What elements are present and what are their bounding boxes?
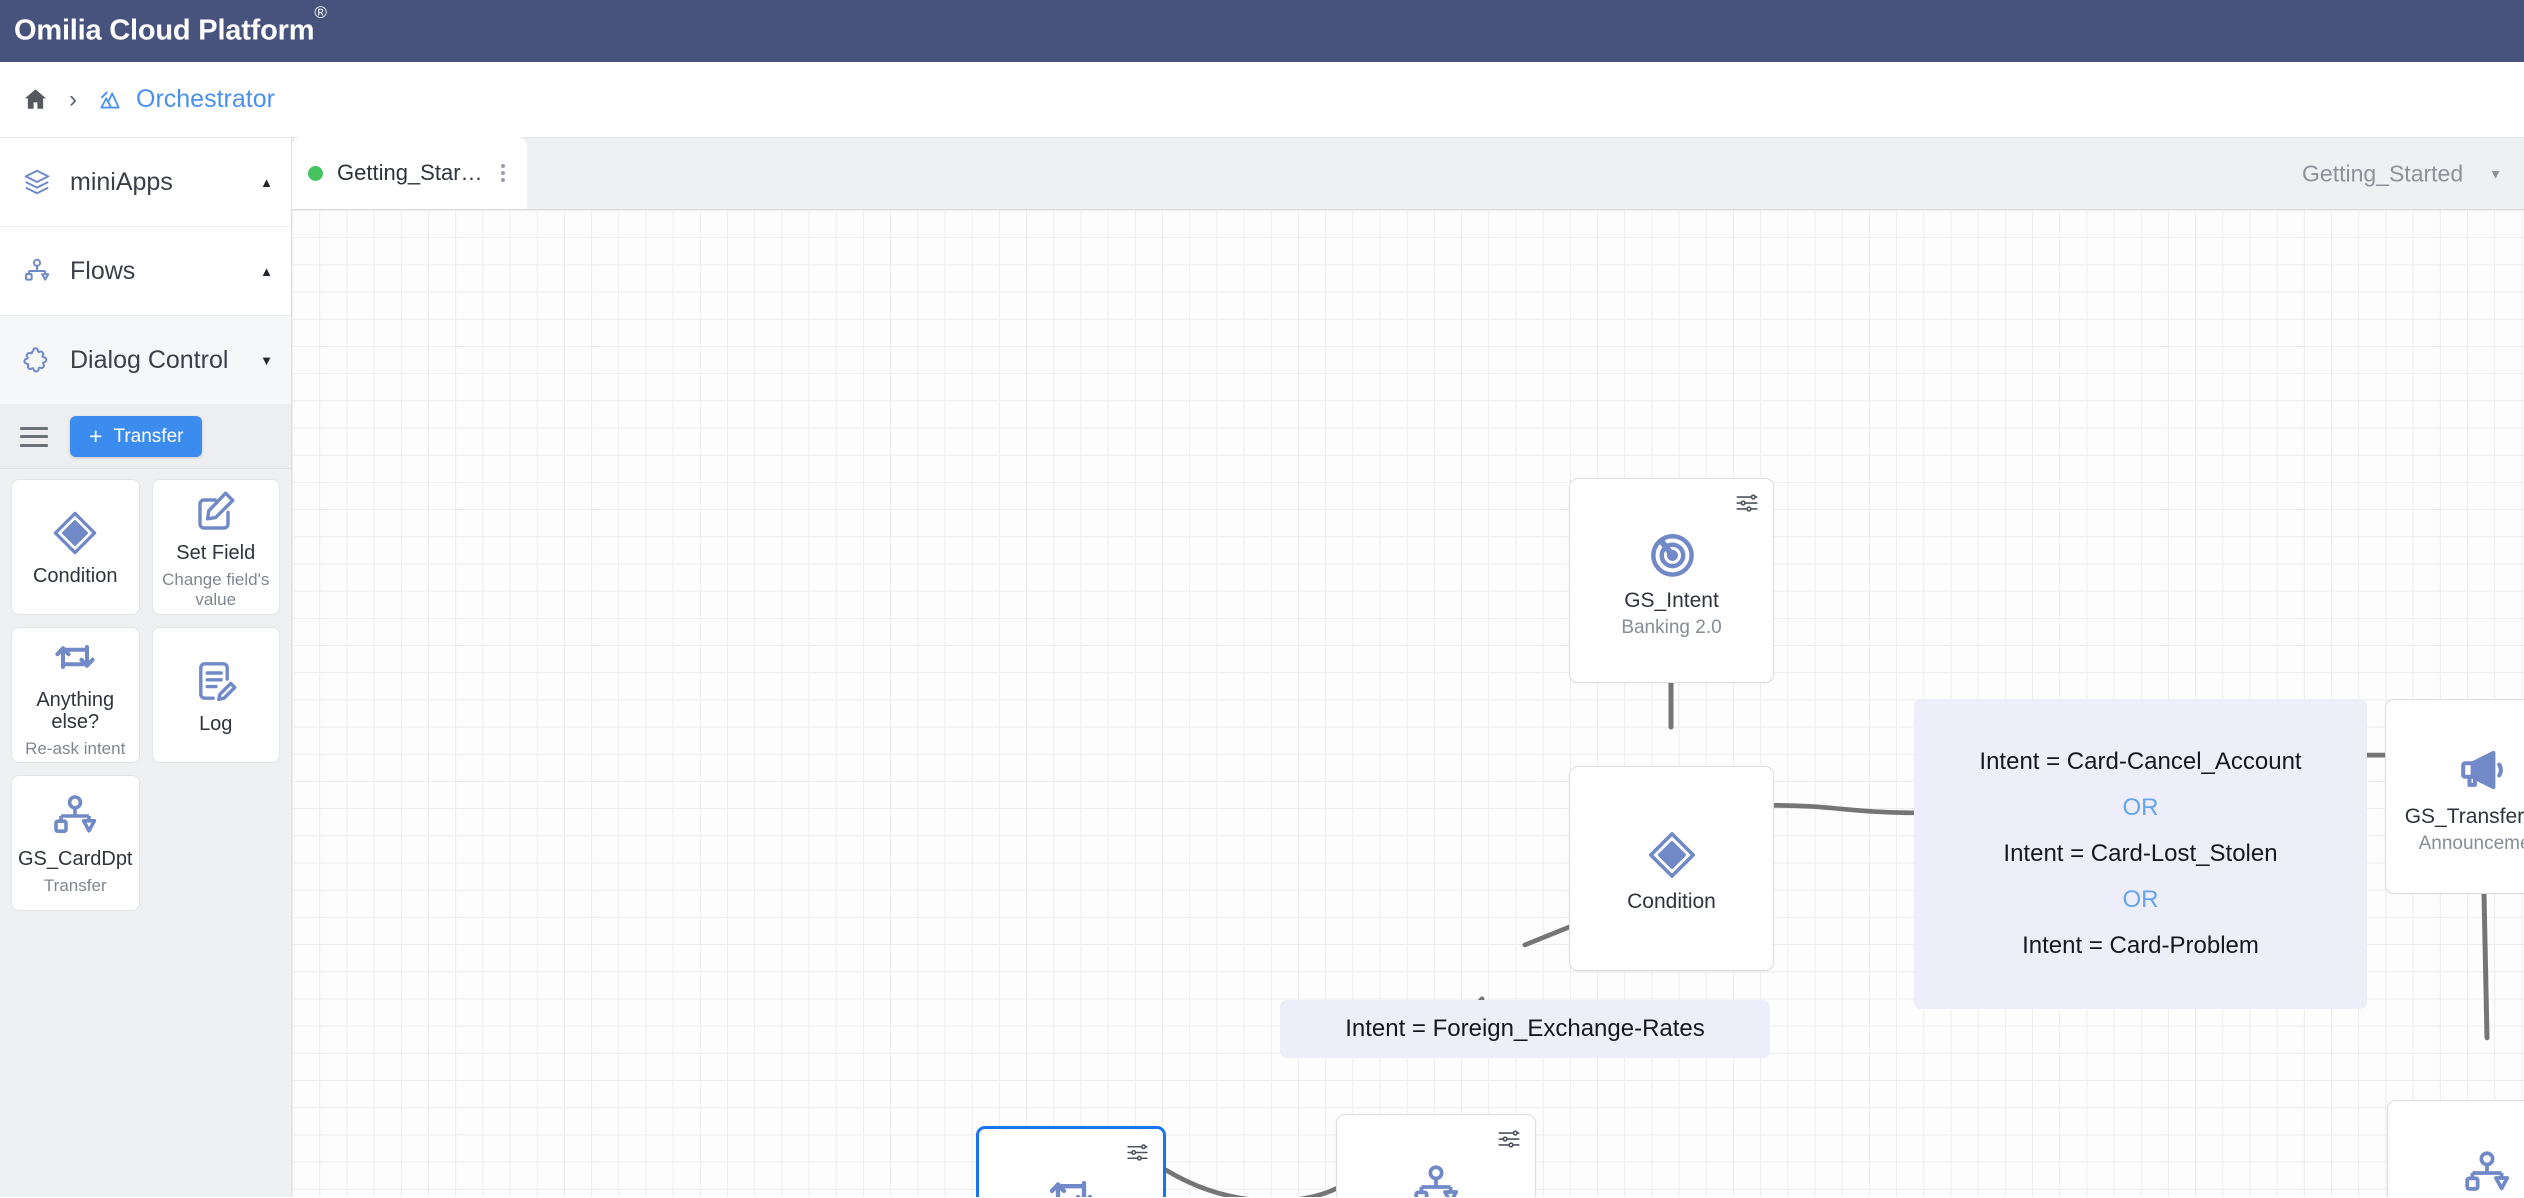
palette-item-anything-else[interactable]: Anything else? Re-ask intent [11, 627, 140, 763]
tab-getting-started[interactable]: Getting_Star… [292, 137, 527, 209]
megaphone-icon [2456, 739, 2510, 801]
condition-operator: OR [2122, 886, 2159, 913]
sidebar-section-label: Dialog Control [70, 345, 229, 374]
condition-line: Intent = Card-Cancel_Account [1979, 748, 2302, 775]
sidebar-section-dialog-control[interactable]: Dialog Control ▼ [0, 316, 291, 405]
palette-item-log[interactable]: Log [151, 627, 280, 763]
layers-icon [22, 167, 52, 197]
node-title: Condition [1627, 889, 1716, 913]
target-icon [1644, 523, 1700, 585]
condition-line: Intent = Card-Problem [2022, 932, 2259, 959]
condition-box-fx[interactable]: Intent = Foreign_Exchange-Rates [1280, 1000, 1770, 1058]
sidebar-section-label: Flows [70, 256, 136, 285]
palette-item-subtitle: Transfer [43, 876, 107, 896]
condition-line: Intent = Card-Lost_Stolen [2003, 840, 2278, 867]
add-transfer-button[interactable]: + Transfer [70, 416, 203, 457]
sidebar-section-miniapps[interactable]: miniApps ▲ [0, 138, 291, 227]
condition-line: Intent = Foreign_Exchange-Rates [1345, 1015, 1705, 1042]
app-title: Omilia Cloud Platform® [14, 3, 327, 47]
node-settings-icon[interactable] [1734, 490, 1760, 521]
status-dot-icon [308, 165, 323, 181]
add-transfer-label: Transfer [113, 425, 184, 447]
node-subtitle: Announcement [2418, 832, 2524, 854]
palette-item-title: GS_CardDpt [18, 848, 133, 871]
tab-label: Getting_Star… [337, 160, 483, 185]
diamond-icon [1645, 824, 1699, 886]
node-palette: Condition Set Field Change field's value… [0, 469, 291, 1197]
transfer-tree-icon [1411, 1156, 1461, 1197]
sidebar-section-label: miniApps [70, 167, 173, 196]
node-anything-else[interactable]: Anything else? Re-ask intent [976, 1126, 1166, 1197]
node-gs-carddpt[interactable]: GS_CardDpt Transfer [2387, 1100, 2524, 1197]
sidebar-section-flows[interactable]: Flows ▲ [0, 227, 291, 316]
orchestrator-icon [97, 87, 123, 113]
breadcrumb-item-orchestrator[interactable]: Orchestrator [97, 85, 275, 114]
flow-canvas[interactable]: GS_Intent Banking 2.0 Condition Intent =… [292, 210, 2524, 1197]
breadcrumb: › Orchestrator [0, 62, 2524, 138]
palette-item-gs-carddpt[interactable]: GS_CardDpt Transfer [11, 775, 140, 911]
palette-item-title: Anything else? [36, 689, 115, 734]
node-title: GS_Intent [1624, 588, 1719, 612]
home-icon[interactable] [22, 86, 49, 113]
transfer-tree-icon [2462, 1142, 2512, 1197]
node-settings-icon[interactable] [1125, 1140, 1150, 1170]
palette-item-subtitle: Re-ask intent [25, 739, 126, 759]
node-title: GS_TransferC… [2404, 804, 2524, 828]
palette-item-title: Condition [32, 565, 118, 587]
flow-tree-icon [22, 256, 52, 286]
chevron-up-icon[interactable]: ▲ [260, 264, 273, 279]
plus-icon: + [89, 423, 103, 449]
palette-item-subtitle: Change field's value [162, 570, 270, 609]
pencil-square-icon [192, 484, 240, 536]
reask-loop-icon [51, 631, 99, 683]
node-gs-intent[interactable]: GS_Intent Banking 2.0 [1569, 478, 1774, 683]
kebab-icon[interactable] [497, 162, 509, 184]
breadcrumb-separator: › [69, 85, 77, 113]
canvas-toolbar: Getting_Star… Getting_Started ▼ [292, 137, 2524, 210]
palette-item-title: Set Field [176, 542, 256, 565]
sidebar: miniApps ▲ Flows ▲ Dialog Control ▼ + Tr… [0, 138, 292, 1197]
reask-loop-icon [1045, 1163, 1097, 1197]
transfer-tree-icon [51, 790, 99, 842]
node-settings-icon[interactable] [1496, 1126, 1522, 1157]
palette-item-set-field[interactable]: Set Field Change field's value [151, 479, 280, 615]
flow-selector-value: Getting_Started [2302, 160, 2464, 186]
breadcrumb-label: Orchestrator [136, 85, 275, 113]
edge-anythingelse-to-rates [1163, 1167, 1339, 1197]
node-gs-transferc[interactable]: GS_TransferC… Announcement [2385, 699, 2524, 894]
node-condition[interactable]: Condition [1569, 766, 1774, 971]
edge-condition-to-cardbox [1771, 803, 1917, 816]
palette-item-title: Log [199, 713, 233, 735]
app-header: Omilia Cloud Platform® [0, 0, 2524, 62]
condition-box-card-conditions[interactable]: Intent = Card-Cancel_Account OR Intent =… [1914, 699, 2367, 1009]
flow-selector[interactable]: Getting_Started ▼ [2302, 160, 2502, 187]
chevron-up-icon[interactable]: ▲ [260, 175, 273, 190]
puzzle-icon [22, 345, 52, 375]
canvas-column: Getting_Star… Getting_Started ▼ GS_Inten… [292, 137, 2524, 1197]
hamburger-icon[interactable] [20, 426, 48, 447]
palette-item-condition[interactable]: Condition [11, 479, 140, 615]
registered-mark: ® [314, 3, 327, 23]
condition-operator: OR [2122, 794, 2159, 821]
chevron-down-icon: ▼ [2489, 166, 2502, 181]
log-document-icon [192, 655, 240, 707]
diamond-icon [50, 507, 100, 559]
palette-toolbar: + Transfer [0, 405, 291, 469]
chevron-down-icon[interactable]: ▼ [260, 353, 273, 368]
node-subtitle: Banking 2.0 [1621, 616, 1722, 638]
node-gs-rates-as[interactable]: GS_Rates_AS Flow [1336, 1114, 1536, 1197]
